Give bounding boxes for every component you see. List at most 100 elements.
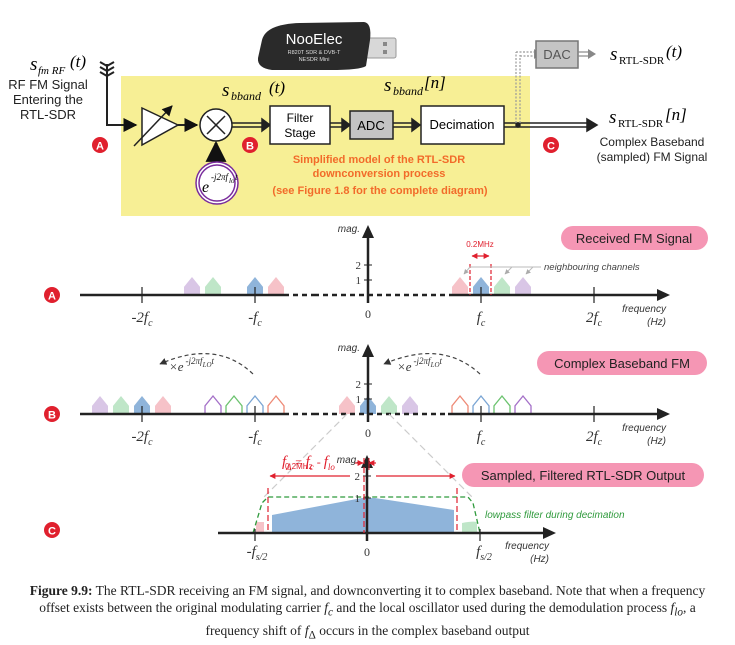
svg-text:(t): (t): [269, 78, 285, 97]
dac-label: DAC: [543, 47, 570, 62]
channel-purple: [184, 277, 200, 295]
y-axis-arrowhead: [362, 344, 374, 357]
figure-caption: Figure 9.9: The RTL-SDR receiving an FM …: [20, 582, 715, 644]
y-tick-label: 1: [356, 275, 362, 287]
x-tick-label-fc: fc: [477, 429, 486, 448]
filter-stage-label-2: Stage: [284, 126, 316, 140]
svg-text:s: s: [610, 44, 617, 65]
channel-outline-green: [225, 394, 243, 414]
channel-pink: [339, 396, 355, 414]
frequency-offset-label: fΔ = fc - flo: [282, 454, 335, 472]
input-description-line2: Entering the: [13, 92, 83, 107]
output-digital-label: s RTL-SDR [n]: [609, 105, 687, 130]
y-tick-label: 2: [356, 379, 362, 391]
channel-purple: [92, 396, 108, 414]
channel-outline-orange: [451, 394, 469, 414]
filter-stage-label-1: Filter: [287, 111, 314, 125]
caption-text-2: and the local oscillator used during the…: [333, 600, 671, 615]
svg-text:s: s: [222, 80, 229, 101]
dongle-model: R820T SDR & DVB-T: [288, 50, 341, 56]
y-axis-arrowhead: [362, 225, 374, 238]
channel-pink: [452, 277, 468, 295]
svg-text:Complex Baseband FM: Complex Baseband FM: [554, 356, 690, 371]
x-tick-label-neg2fc: -2fc: [131, 429, 153, 448]
model-note-line2: downconversion process: [313, 168, 446, 180]
svg-text:bband: bband: [393, 84, 424, 98]
x-tick-label-2fc: 2fc: [586, 429, 603, 448]
neighbour-arrow: [463, 266, 471, 275]
input-description-line3: RTL-SDR: [20, 107, 76, 122]
input-description-line1: RF FM Signal: [8, 77, 88, 92]
caption-label: Figure 9.9:: [29, 583, 93, 598]
x-axis-label: frequency: [505, 541, 550, 552]
svg-text:RTL-SDR: RTL-SDR: [619, 55, 665, 67]
x-axis-label: frequency: [622, 304, 667, 315]
svg-text:s: s: [384, 75, 391, 96]
y-axis-label: mag.: [338, 343, 360, 354]
channel-purple: [515, 277, 531, 295]
dac-output-arrow: [578, 51, 588, 57]
caption-fd-sub: Δ: [308, 629, 316, 642]
marker-b-top: B: [242, 137, 258, 153]
dongle-name: NESDR Mini: [299, 57, 330, 63]
svg-text:A: A: [96, 141, 104, 153]
title-pill-c: Sampled, Filtered RTL-SDR Output: [462, 463, 704, 487]
title-pill-a: Received FM Signal: [561, 226, 708, 250]
model-note-line3: (see Figure 1.8 for the complete diagram…: [272, 185, 488, 197]
x-tick-label-negfc: -fc: [248, 429, 262, 448]
marker-a-top: A: [92, 137, 108, 153]
dac-output-arrowhead: [588, 49, 596, 59]
model-note-line1: Simplified model of the RTL-SDR: [293, 154, 465, 166]
neighbour-channel-green: [462, 521, 477, 533]
marker-b-label: B: [48, 410, 56, 422]
channel-outline-orange: [267, 394, 285, 414]
x-axis-arrowhead: [657, 289, 670, 301]
x-tick-label-fs2: fs/2: [476, 544, 492, 563]
channel-spacing-label: 0.2MHz: [466, 240, 494, 249]
channel-green: [494, 277, 510, 295]
channel-outline-purple: [514, 394, 532, 414]
decimation-label: Decimation: [429, 117, 494, 132]
baseband-channel: [272, 498, 454, 533]
neighbour-arrow: [504, 266, 513, 275]
shift-label: ×e -j2πfLOt: [397, 356, 443, 374]
x-tick-label-neg2fc: -2fc: [131, 310, 153, 329]
svg-text:Received FM Signal: Received FM Signal: [576, 231, 692, 246]
x-axis-unit: (Hz): [647, 317, 666, 328]
y-axis-arrowhead: [361, 455, 373, 468]
x-tick-label-zero: 0: [365, 307, 371, 321]
svg-text:s: s: [30, 54, 37, 75]
channel-outline-green: [493, 394, 511, 414]
output-description-line2: (sampled) FM Signal: [597, 150, 708, 164]
marker-a-label: A: [48, 291, 56, 303]
x-tick-label-2fc: 2fc: [586, 310, 603, 329]
svg-text:C: C: [547, 141, 555, 153]
caption-flo-sub: lo: [674, 606, 683, 619]
marker-c-top: C: [543, 137, 559, 153]
x-axis-label: frequency: [622, 423, 667, 434]
x-tick-label-fc: fc: [477, 310, 486, 329]
x-axis-arrowhead: [657, 408, 670, 420]
channel-purple: [402, 396, 418, 414]
svg-text:(t): (t): [666, 42, 682, 61]
x-tick-label-negfc: -fc: [248, 310, 262, 329]
svg-text:RTL-SDR: RTL-SDR: [618, 118, 664, 130]
marker-c-label: C: [48, 526, 56, 538]
figure-canvas: NooElec R820T SDR & DVB-T NESDR Mini s f…: [8, 22, 708, 565]
svg-text:s: s: [609, 107, 616, 128]
dongle-brand: NooElec: [286, 31, 343, 48]
input-signal-label: s fm RF (t): [30, 52, 86, 77]
x-tick-label-zero: 0: [364, 545, 370, 559]
y-tick-label: 2: [355, 471, 361, 483]
x-axis-unit: (Hz): [530, 554, 549, 565]
x-tick-label-neg-fs2: -fs/2: [247, 544, 268, 563]
output-description-line1: Complex Baseband: [600, 135, 705, 149]
svg-text:-j2πf: -j2πf: [211, 172, 230, 182]
nooelec-dongle-image: NooElec R820T SDR & DVB-T NESDR Mini: [257, 22, 397, 70]
svg-text:B: B: [246, 141, 254, 153]
svg-text:[n]: [n]: [665, 105, 687, 124]
svg-text:fm RF: fm RF: [38, 65, 65, 77]
svg-text:bband: bband: [231, 89, 262, 103]
caption-text-4: occurs in the complex baseband output: [315, 622, 530, 638]
adc-label: ADC: [357, 118, 384, 133]
